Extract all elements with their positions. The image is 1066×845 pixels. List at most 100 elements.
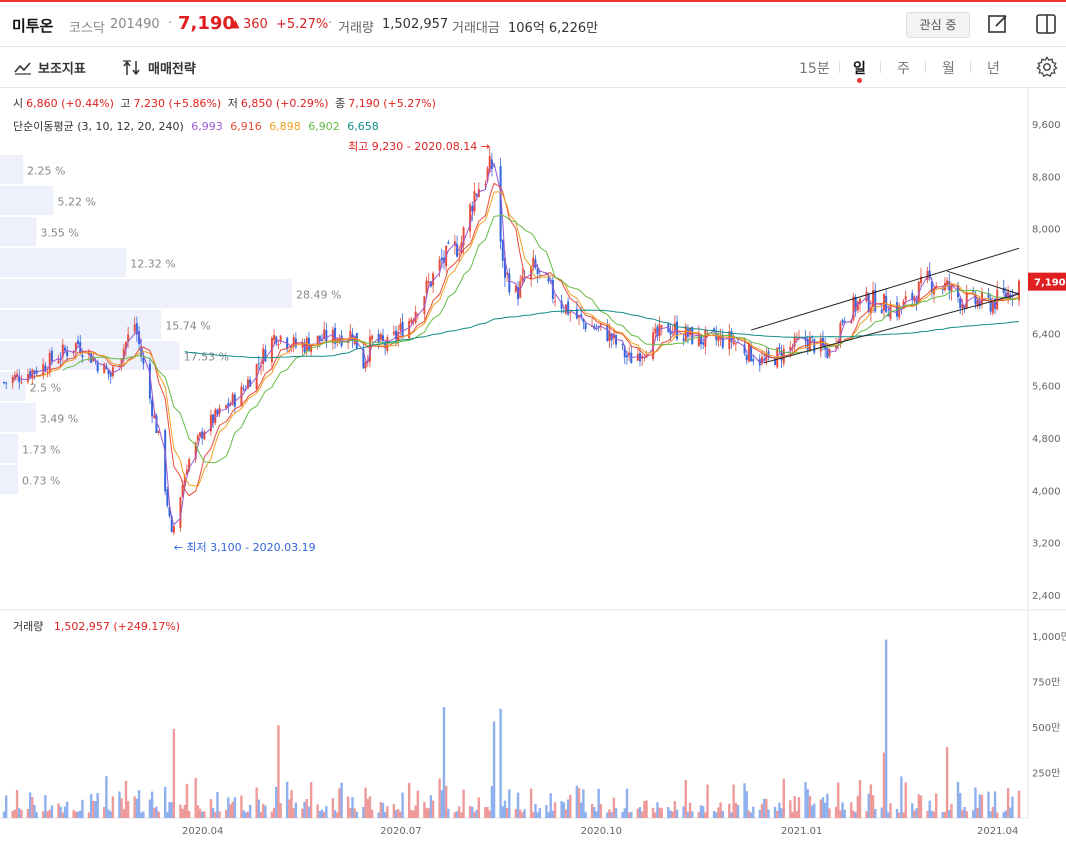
volume-bar [508,789,511,818]
candle-body [926,270,929,281]
candle-body [5,382,8,384]
candle-body [673,323,676,331]
settings-gear-icon[interactable] [1036,56,1058,78]
period-tab-15min[interactable]: 15분 [799,58,830,78]
edit-icon[interactable] [986,12,1010,36]
candle-body [545,273,548,275]
volume-bar [638,807,642,818]
volume-bar [431,800,435,818]
candle-body [364,361,367,369]
close-value: 7,190 (+5.27%) [348,97,436,110]
candle-body [275,336,278,344]
strategy-button[interactable]: 매매전략 [122,58,196,77]
candle-body [874,290,877,312]
candle-body [732,341,735,345]
candle-body [737,342,740,344]
indicator-button[interactable]: 보조지표 [14,58,86,77]
candle-body [843,320,846,322]
volume-bar [599,803,603,818]
volume-bar [806,789,809,818]
price-axis-tick: 8,000 [1032,225,1061,236]
volume-bar [978,794,981,818]
volume-bar [684,780,687,818]
candle-body [612,333,615,339]
divider [839,61,840,73]
candle-body [486,168,489,181]
candle-body [122,348,125,360]
volume-bar [20,809,23,818]
candle-body [42,364,45,375]
volume-bar [172,728,176,818]
candlestick-series [3,146,1020,536]
volume-bar [590,803,594,818]
volume-bar [444,785,448,818]
candle-body [427,281,430,284]
candle-body [530,266,533,280]
volume-bar [865,811,868,818]
volume-bar [913,810,916,818]
candle-body [90,353,93,363]
candle-body [377,334,380,343]
panel-layout-icon[interactable] [1034,12,1058,36]
volume-bar [752,806,755,818]
last-price-label: 7,190 [1034,278,1066,289]
candle-body [885,295,888,313]
volume-bar [440,790,444,818]
candle-body [490,159,493,169]
candle-body [930,281,933,293]
candle-body [334,327,337,344]
candle-body [440,257,443,261]
volume-bar [248,804,252,818]
candle-body [225,405,228,409]
candle-body [819,338,822,352]
candle-body [852,296,855,320]
candle-body [965,291,968,308]
divider [880,61,881,73]
volume-bar [1011,796,1014,818]
period-tab-year[interactable]: 년 [987,58,1000,78]
candle-body [519,281,522,298]
volume-bar [427,808,430,818]
candle-body [959,298,962,309]
candle-body [508,273,511,293]
candle-body [109,372,112,377]
period-tab-day[interactable]: 일 [853,58,866,78]
candle-body [567,301,570,315]
candle-body [793,336,796,347]
volume-bar [81,799,84,818]
volume-bar [699,805,703,818]
volume-bar [340,782,343,818]
volume-bar [686,811,690,818]
volume-bar [889,803,892,818]
candle-body [96,361,99,372]
period-tab-month[interactable]: 월 [942,58,955,78]
divider [970,61,971,73]
candle-body [290,347,293,349]
watchlist-button[interactable]: 관심 중 [906,12,970,38]
candle-body [447,242,450,244]
volume-bar [850,802,853,818]
open-value: 6,860 (+0.44%) [26,97,114,110]
volume-bar [471,806,474,818]
candle-body [789,346,792,351]
volume-profile-label: 0.73 % [22,475,60,488]
volume-bar [780,808,783,818]
volume-bar [856,795,860,818]
candle-body [107,369,110,375]
candle-body [691,327,694,345]
candle-body [813,339,816,353]
candle-body [943,283,946,290]
volume-bar [745,791,748,818]
candle-body [397,332,400,341]
candle-body [229,403,232,406]
candle-body [318,335,321,342]
candle-body [902,301,905,309]
candle-body [277,344,280,346]
candle-body [549,279,552,281]
volume-bars [2,639,1021,818]
candle-body [353,336,356,345]
volume-bar [501,806,504,818]
chart-toolbar: 보조지표 매매전략 15분 일 주 월 년 [0,47,1066,88]
period-tab-week[interactable]: 주 [897,58,910,78]
volume-bar [706,784,709,818]
